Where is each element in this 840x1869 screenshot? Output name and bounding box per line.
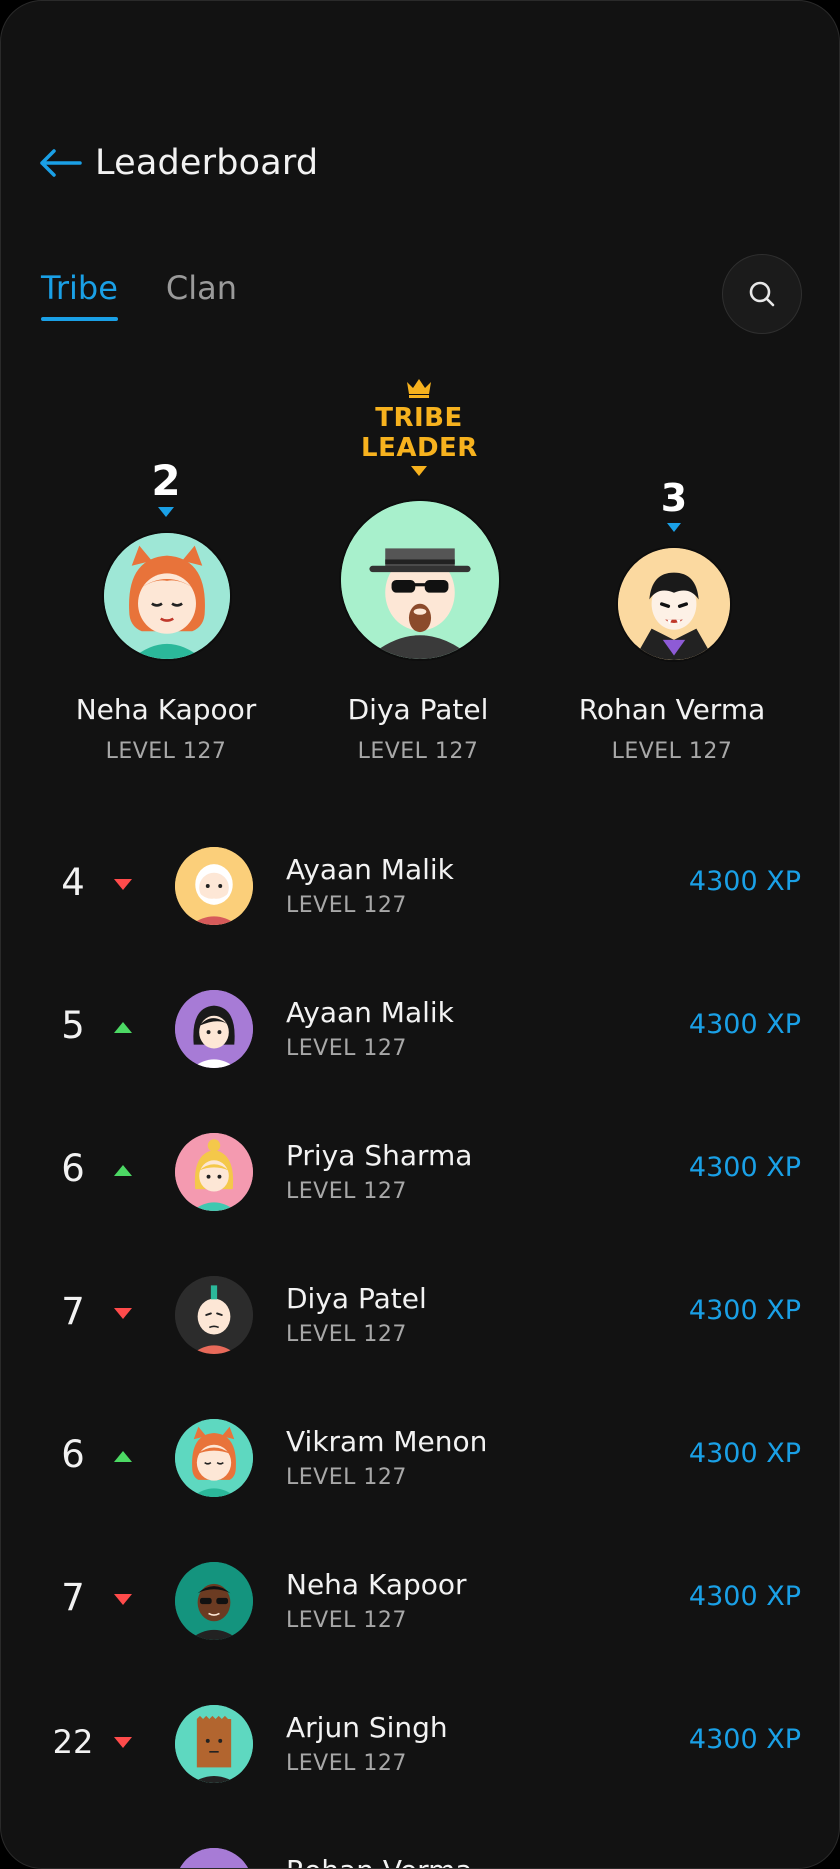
search-icon <box>749 281 775 307</box>
trend-down-icon <box>667 523 681 532</box>
list-item[interactable]: Rohan Verma <box>1 1842 839 1868</box>
avatar <box>175 1562 253 1640</box>
player-level: LEVEL 127 <box>286 1751 407 1776</box>
avatar <box>175 1848 253 1868</box>
player-level: LEVEL 127 <box>286 1036 407 1061</box>
avatar-podium-1[interactable] <box>339 499 501 661</box>
list-item[interactable]: 5 Ayaan Malik LEVEL 127 4300 XP <box>1 984 839 1074</box>
list-item[interactable]: 6 Vikram Menon LEVEL 127 4300 XP <box>1 1413 839 1503</box>
rank-number: 7 <box>61 1576 85 1619</box>
podium-name-2: Neha Kapoor <box>75 693 257 726</box>
chevron-down-icon <box>411 466 427 476</box>
avatar <box>175 990 253 1068</box>
player-name: Diya Patel <box>286 1282 427 1315</box>
app-screen: Leaderboard Tribe Clan TRIBE LEADER 2 Ne… <box>0 0 840 1869</box>
podium-name-1: Diya Patel <box>347 693 489 726</box>
player-xp: 4300 XP <box>688 1152 801 1183</box>
player-name: Ayaan Malik <box>286 996 454 1029</box>
player-level: LEVEL 127 <box>286 1179 407 1204</box>
rank-number: 22 <box>52 1723 94 1761</box>
trend-down-icon <box>114 879 132 890</box>
avatar <box>175 847 253 925</box>
podium-level-3: LEVEL 127 <box>611 739 733 764</box>
page-title: Leaderboard <box>95 143 319 183</box>
avatar <box>175 1705 253 1783</box>
tab-bar: Tribe Clan <box>41 269 285 321</box>
player-level: LEVEL 127 <box>286 1608 407 1633</box>
player-name: Priya Sharma <box>286 1139 473 1172</box>
podium-rank-2: 2 <box>151 456 181 505</box>
player-xp: 4300 XP <box>688 866 801 897</box>
rank-number: 5 <box>61 1004 85 1047</box>
trend-down-icon <box>158 507 174 517</box>
avatar <box>175 1133 253 1211</box>
search-button[interactable] <box>722 254 802 334</box>
rank-number: 6 <box>61 1147 85 1190</box>
podium-rank-3: 3 <box>660 476 688 520</box>
player-name: Rohan Verma <box>286 1854 473 1868</box>
trend-down-icon <box>114 1594 132 1605</box>
list-item[interactable]: 4 Ayaan Malik LEVEL 127 4300 XP <box>1 841 839 931</box>
player-xp: 4300 XP <box>688 1438 801 1469</box>
player-xp: 4300 XP <box>688 1724 801 1755</box>
rank-number: 7 <box>61 1290 85 1333</box>
podium-level-1: LEVEL 127 <box>357 739 479 764</box>
trend-down-icon <box>114 1308 132 1319</box>
trend-up-icon <box>114 1022 132 1033</box>
avatar <box>175 1419 253 1497</box>
podium-level-2: LEVEL 127 <box>105 739 227 764</box>
list-item[interactable]: 22 Arjun Singh LEVEL 127 4300 XP <box>1 1699 839 1789</box>
player-name: Ayaan Malik <box>286 853 454 886</box>
trend-up-icon <box>114 1451 132 1462</box>
rank-number: 4 <box>61 861 85 904</box>
trend-down-icon <box>114 1737 132 1748</box>
list-item[interactable]: 6 Priya Sharma LEVEL 127 4300 XP <box>1 1127 839 1217</box>
tab-clan[interactable]: Clan <box>166 269 237 321</box>
avatar-podium-2[interactable] <box>102 531 232 661</box>
list-item[interactable]: 7 Diya Patel LEVEL 127 4300 XP <box>1 1270 839 1360</box>
player-name: Neha Kapoor <box>286 1568 467 1601</box>
header: Leaderboard <box>37 135 318 191</box>
rank-number: 6 <box>61 1433 85 1476</box>
player-level: LEVEL 127 <box>286 1322 407 1347</box>
player-name: Arjun Singh <box>286 1711 448 1744</box>
avatar <box>175 1276 253 1354</box>
avatar-podium-3[interactable] <box>616 546 732 662</box>
back-arrow-icon[interactable] <box>37 140 83 186</box>
player-xp: 4300 XP <box>688 1295 801 1326</box>
podium-name-3: Rohan Verma <box>578 693 766 726</box>
tab-tribe[interactable]: Tribe <box>41 269 118 321</box>
player-level: LEVEL 127 <box>286 893 407 918</box>
player-xp: 4300 XP <box>688 1009 801 1040</box>
tribe-leader-line2: LEADER <box>361 433 478 463</box>
tribe-leader-badge: TRIBE LEADER <box>361 376 477 481</box>
list-item[interactable]: 7 Neha Kapoor LEVEL 127 4300 XP <box>1 1556 839 1646</box>
player-xp: 4300 XP <box>688 1581 801 1612</box>
player-name: Vikram Menon <box>286 1425 488 1458</box>
crown-icon <box>407 379 431 398</box>
trend-up-icon <box>114 1165 132 1176</box>
tribe-leader-line1: TRIBE <box>375 403 463 433</box>
player-level: LEVEL 127 <box>286 1465 407 1490</box>
